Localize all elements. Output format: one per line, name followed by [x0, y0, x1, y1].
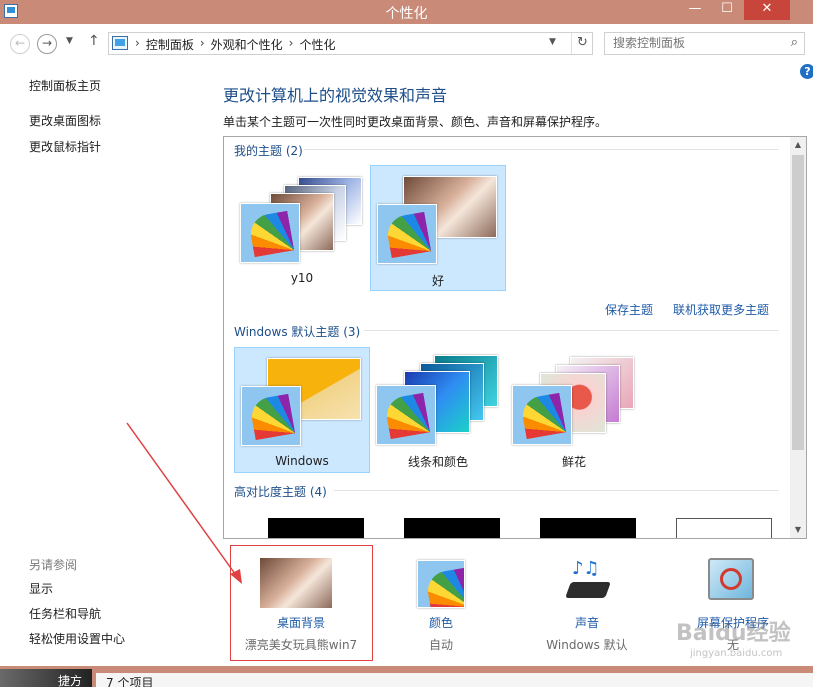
sidebar-link-ease-of-access[interactable]: 轻松使用设置中心 — [29, 630, 125, 647]
theme-item-windows[interactable]: Windows — [234, 347, 370, 473]
music-note-icon: ♪♫ — [572, 558, 600, 579]
color-label[interactable]: 颜色 — [376, 614, 506, 631]
color-palette-icon — [241, 386, 301, 446]
sidebar-link-mouse-pointers[interactable]: 更改鼠标指针 — [29, 138, 101, 155]
maximize-button[interactable]: ☐ — [712, 0, 742, 20]
breadcrumb-personalization[interactable]: 个性化 — [299, 36, 335, 53]
sidebar-link-display[interactable]: 显示 — [29, 580, 53, 597]
desktop-background-label[interactable]: 桌面背景 — [236, 614, 366, 631]
breadcrumb-separator-icon[interactable]: › — [135, 36, 140, 53]
up-arrow-icon[interactable]: ↑ — [88, 33, 100, 49]
group-title-my-themes: 我的主题 (2) — [234, 144, 303, 158]
get-more-themes-link[interactable]: 联机获取更多主题 — [673, 301, 769, 318]
color-button[interactable]: 颜色 自动 — [376, 548, 506, 658]
theme-name: 线条和颜色 — [407, 455, 468, 469]
sounds-button[interactable]: ♪♫ 声音 Windows 默认 — [522, 548, 652, 658]
scroll-up-icon[interactable]: ▲ — [790, 137, 806, 153]
group-title-high-contrast: 高对比度主题 (4) — [234, 485, 327, 499]
minimize-button[interactable]: — — [680, 0, 710, 20]
shortcut-label[interactable]: 捷方 — [58, 672, 82, 687]
recent-pages-chevron-icon[interactable]: ▼ — [66, 36, 73, 46]
theme-name: 鲜花 — [561, 455, 586, 469]
page-description: 单击某个主题可一次性同时更改桌面背景、颜色、声音和屏幕保护程序。 — [223, 115, 608, 129]
theme-item-y10[interactable]: y10 — [234, 165, 370, 291]
high-contrast-theme-3[interactable] — [540, 518, 636, 538]
desktop-background-button[interactable]: 桌面背景 漂亮美女玩具熊win7 — [236, 548, 366, 658]
color-value: 自动 — [428, 638, 453, 652]
no-entry-icon — [720, 568, 742, 590]
sidebar-link-control-panel-home[interactable]: 控制面板主页 — [29, 77, 101, 94]
breadcrumb-appearance[interactable]: 外观和个性化 — [211, 36, 283, 53]
arrow-line — [126, 422, 239, 579]
scrollbar[interactable]: ▲ ▼ — [790, 137, 806, 538]
breadcrumb-separator-icon[interactable]: › — [289, 36, 294, 53]
refresh-icon[interactable]: ↻ — [571, 33, 593, 54]
navigation-bar: ← → ▼ ↑ › 控制面板 › 外观和个性化 › 个性化 ▼ ↻ ⌕ — [0, 24, 813, 62]
item-count: 7 个项目 — [106, 676, 154, 687]
theme-list[interactable]: 我的主题 (2) y10 好 保存主题 联机获取更多主题 Windows 默认主… — [223, 136, 807, 539]
theme-name: y10 — [290, 271, 314, 285]
sounds-icon: ♪♫ — [564, 558, 614, 604]
divider — [304, 149, 779, 150]
baidu-watermark: Baidu经验 — [676, 621, 791, 646]
title-bar: 个性化 — ☐ ✕ — [0, 0, 813, 24]
scroll-thumb[interactable] — [792, 155, 804, 450]
color-palette-icon — [417, 560, 465, 608]
breadcrumb: › 控制面板 › 外观和个性化 › 个性化 — [135, 36, 335, 53]
divider — [364, 330, 779, 331]
monitor-icon — [708, 558, 754, 600]
search-box[interactable]: ⌕ — [604, 32, 805, 55]
color-icon-wrap — [417, 558, 467, 608]
theme-thumbnail — [240, 171, 364, 263]
control-panel-icon — [112, 36, 128, 50]
desktop-background-thumbnail — [260, 558, 332, 608]
theme-thumbnail — [377, 172, 501, 264]
sounds-value: Windows 默认 — [546, 638, 628, 652]
address-chevron-down-icon[interactable]: ▼ — [549, 37, 556, 47]
save-theme-link[interactable]: 保存主题 — [605, 301, 653, 318]
theme-thumbnail — [512, 353, 636, 445]
page-title: 更改计算机上的视觉效果和声音 — [223, 86, 448, 105]
sidebar-link-desktop-icons[interactable]: 更改桌面图标 — [29, 112, 101, 129]
color-palette-icon — [376, 385, 436, 445]
search-input[interactable] — [613, 36, 773, 50]
theme-thumbnail — [376, 353, 500, 445]
divider — [334, 490, 779, 491]
high-contrast-theme-white[interactable] — [676, 518, 772, 538]
theme-name: 好 — [431, 274, 444, 288]
theme-thumbnail — [241, 354, 365, 446]
breadcrumb-control-panel[interactable]: 控制面板 — [146, 36, 194, 53]
address-bar[interactable]: › 控制面板 › 外观和个性化 › 个性化 ▼ ↻ — [108, 32, 593, 55]
theme-item-hao[interactable]: 好 — [370, 165, 506, 291]
theme-item-flowers[interactable]: 鲜花 — [506, 347, 642, 473]
breadcrumb-separator-icon[interactable]: › — [200, 36, 205, 53]
theme-item-lines-colors[interactable]: 线条和颜色 — [370, 347, 506, 473]
see-also-heading: 另请参阅 — [29, 558, 78, 572]
color-palette-icon — [512, 385, 572, 445]
search-icon[interactable]: ⌕ — [791, 35, 798, 50]
back-arrow-icon[interactable]: ← — [10, 34, 30, 54]
help-icon[interactable]: ? — [800, 64, 813, 79]
close-button[interactable]: ✕ — [744, 0, 790, 20]
desktop-background-value: 漂亮美女玩具熊win7 — [244, 638, 358, 652]
scroll-down-icon[interactable]: ▼ — [790, 522, 806, 538]
baidu-watermark-url: jingyan.baidu.com — [690, 648, 783, 659]
group-title-windows-default: Windows 默认主题 (3) — [234, 325, 361, 339]
sounds-label[interactable]: 声音 — [522, 614, 652, 631]
theme-name: Windows — [275, 454, 329, 468]
forward-arrow-icon[interactable]: → — [37, 34, 57, 54]
color-palette-icon — [240, 203, 300, 263]
status-bar-body — [96, 673, 813, 687]
high-contrast-theme-2[interactable] — [404, 518, 500, 538]
color-palette-icon — [377, 204, 437, 264]
speaker-icon — [565, 582, 611, 598]
high-contrast-theme-1[interactable] — [268, 518, 364, 538]
sidebar-link-taskbar[interactable]: 任务栏和导航 — [29, 605, 101, 622]
